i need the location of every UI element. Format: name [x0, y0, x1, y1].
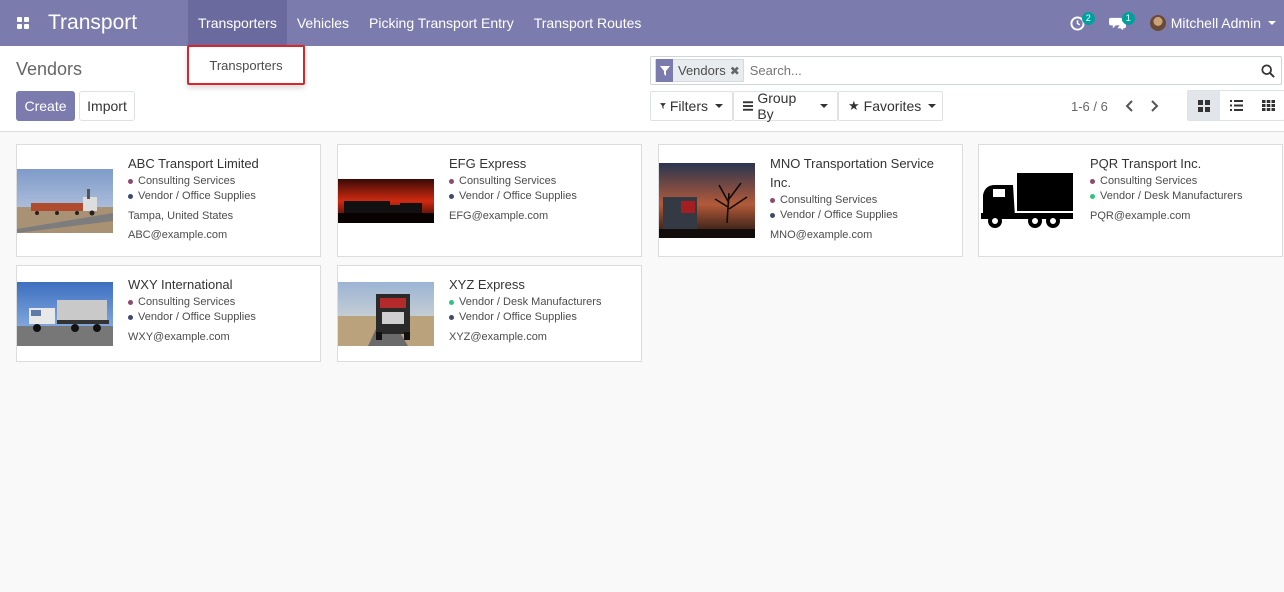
card-title: MNO Transportation Service Inc. — [770, 156, 935, 190]
card-title: XYZ Express — [449, 277, 525, 292]
vendor-card[interactable]: EFG Express Consulting Services Vendor /… — [337, 144, 642, 257]
facet-label: Vendors — [678, 63, 726, 78]
card-title: ABC Transport Limited — [128, 156, 259, 171]
top-navbar: Transport Transporters Vehicles Picking … — [0, 0, 1284, 46]
message-count-badge: 1 — [1121, 12, 1135, 25]
tag: Consulting Services — [449, 174, 635, 189]
card-email: MNO@example.com — [770, 229, 873, 241]
filter-icon — [660, 103, 666, 109]
activity-button[interactable]: 2 — [1058, 0, 1098, 46]
apps-menu-icon[interactable] — [0, 0, 46, 46]
dropdown-item-transporters[interactable]: Transporters — [189, 47, 303, 85]
tag: Vendor / Office Supplies — [128, 310, 314, 325]
close-icon[interactable]: ✖ — [730, 64, 743, 78]
group-by-label: Group By — [757, 90, 797, 122]
favorites-button[interactable]: ★ Favorites — [838, 91, 943, 121]
list-view-icon[interactable] — [1220, 91, 1252, 120]
chevron-down-icon — [715, 104, 723, 108]
chevron-down-icon — [928, 104, 937, 108]
tag-dot — [449, 194, 454, 199]
chevron-down-icon — [820, 104, 828, 108]
create-button[interactable]: Create — [16, 91, 75, 121]
tag: Vendor / Office Supplies — [128, 189, 314, 204]
vendor-card[interactable]: ABC Transport Limited Consulting Service… — [16, 144, 321, 257]
card-title: EFG Express — [449, 156, 527, 171]
card-email: EFG@example.com — [449, 210, 549, 222]
tag-dot — [449, 300, 454, 305]
filter-icon — [656, 59, 673, 82]
tag: Consulting Services — [128, 295, 314, 310]
flatbed-truck-photo — [17, 282, 113, 346]
transporters-dropdown: Transporters — [187, 45, 305, 85]
tag: Consulting Services — [128, 174, 314, 189]
card-title: WXY International — [128, 277, 233, 292]
vendor-card[interactable]: PQR Transport Inc. Consulting Services V… — [978, 144, 1283, 257]
user-menu[interactable]: Mitchell Admin — [1138, 15, 1284, 31]
sunset-truck-photo — [338, 179, 434, 223]
tag-dot — [128, 179, 133, 184]
menu-vehicles[interactable]: Vehicles — [287, 0, 359, 46]
favorites-label: Favorites — [863, 98, 922, 114]
tag: Vendor / Office Supplies — [770, 208, 956, 223]
tag: Consulting Services — [770, 193, 956, 208]
search-facet: Vendors ✖ — [655, 59, 744, 82]
truck-silhouette-icon — [979, 171, 1075, 231]
pager-value[interactable]: 1-6 / 6 — [1071, 99, 1108, 114]
tag-dot — [770, 198, 775, 203]
grid-view-icon[interactable] — [1252, 91, 1284, 120]
search-bar: Vendors ✖ — [650, 56, 1282, 85]
menu-transport-routes[interactable]: Transport Routes — [524, 0, 652, 46]
bars-icon — [743, 101, 754, 111]
card-email: PQR@example.com — [1090, 210, 1191, 222]
tag-dot — [1090, 194, 1095, 199]
card-email: XYZ@example.com — [449, 331, 547, 343]
group-by-button[interactable]: Group By — [733, 90, 838, 122]
app-title[interactable]: Transport — [48, 11, 188, 35]
chevron-left-icon[interactable] — [1116, 100, 1142, 112]
user-name: Mitchell Admin — [1170, 15, 1261, 31]
menu-transporters[interactable]: Transporters — [188, 0, 287, 46]
tag: Vendor / Office Supplies — [449, 310, 635, 325]
kanban-view-icon[interactable] — [1188, 91, 1220, 120]
search-input[interactable] — [749, 63, 1255, 78]
tag-dot — [449, 179, 454, 184]
tag-dot — [1090, 179, 1095, 184]
menu-picking-transport-entry[interactable]: Picking Transport Entry — [359, 0, 524, 46]
tag-dot — [128, 194, 133, 199]
main-menu: Transporters Vehicles Picking Transport … — [188, 0, 651, 46]
tag: Vendor / Desk Manufacturers — [449, 295, 635, 310]
systray: 2 1 Mitchell Admin — [1058, 0, 1284, 46]
activity-count-badge: 2 — [1081, 12, 1095, 25]
breadcrumb: Vendors — [16, 59, 83, 79]
view-switcher — [1187, 90, 1284, 121]
tag-dot — [770, 213, 775, 218]
tag-dot — [128, 300, 133, 305]
tag: Consulting Services — [1090, 174, 1276, 189]
filters-button[interactable]: Filters — [650, 91, 733, 121]
chevron-right-icon[interactable] — [1142, 100, 1168, 112]
avatar — [1149, 15, 1166, 31]
search-icon[interactable] — [1255, 57, 1281, 84]
vendor-card[interactable]: WXY International Consulting Services Ve… — [16, 265, 321, 362]
tree-truck-photo — [659, 163, 755, 238]
tag: Vendor / Desk Manufacturers — [1090, 189, 1276, 204]
card-location: Tampa, United States — [128, 210, 234, 222]
pager: 1-6 / 6 — [1071, 91, 1168, 121]
filters-label: Filters — [669, 98, 708, 114]
card-title: PQR Transport Inc. — [1090, 156, 1202, 171]
star-icon: ★ — [848, 98, 860, 113]
import-button[interactable]: Import — [79, 91, 135, 121]
chevron-down-icon — [1268, 21, 1276, 25]
card-email: ABC@example.com — [128, 229, 228, 241]
vendor-card[interactable]: XYZ Express Vendor / Desk Manufacturers … — [337, 265, 642, 362]
road-train-photo — [17, 169, 113, 233]
card-email: WXY@example.com — [128, 331, 230, 343]
vendor-card[interactable]: MNO Transportation Service Inc. Consulti… — [658, 144, 963, 257]
tag-dot — [449, 315, 454, 320]
tag: Vendor / Office Supplies — [449, 189, 635, 204]
highway-truck-photo — [338, 282, 434, 346]
messages-button[interactable]: 1 — [1098, 0, 1138, 46]
tag-dot — [128, 315, 133, 320]
